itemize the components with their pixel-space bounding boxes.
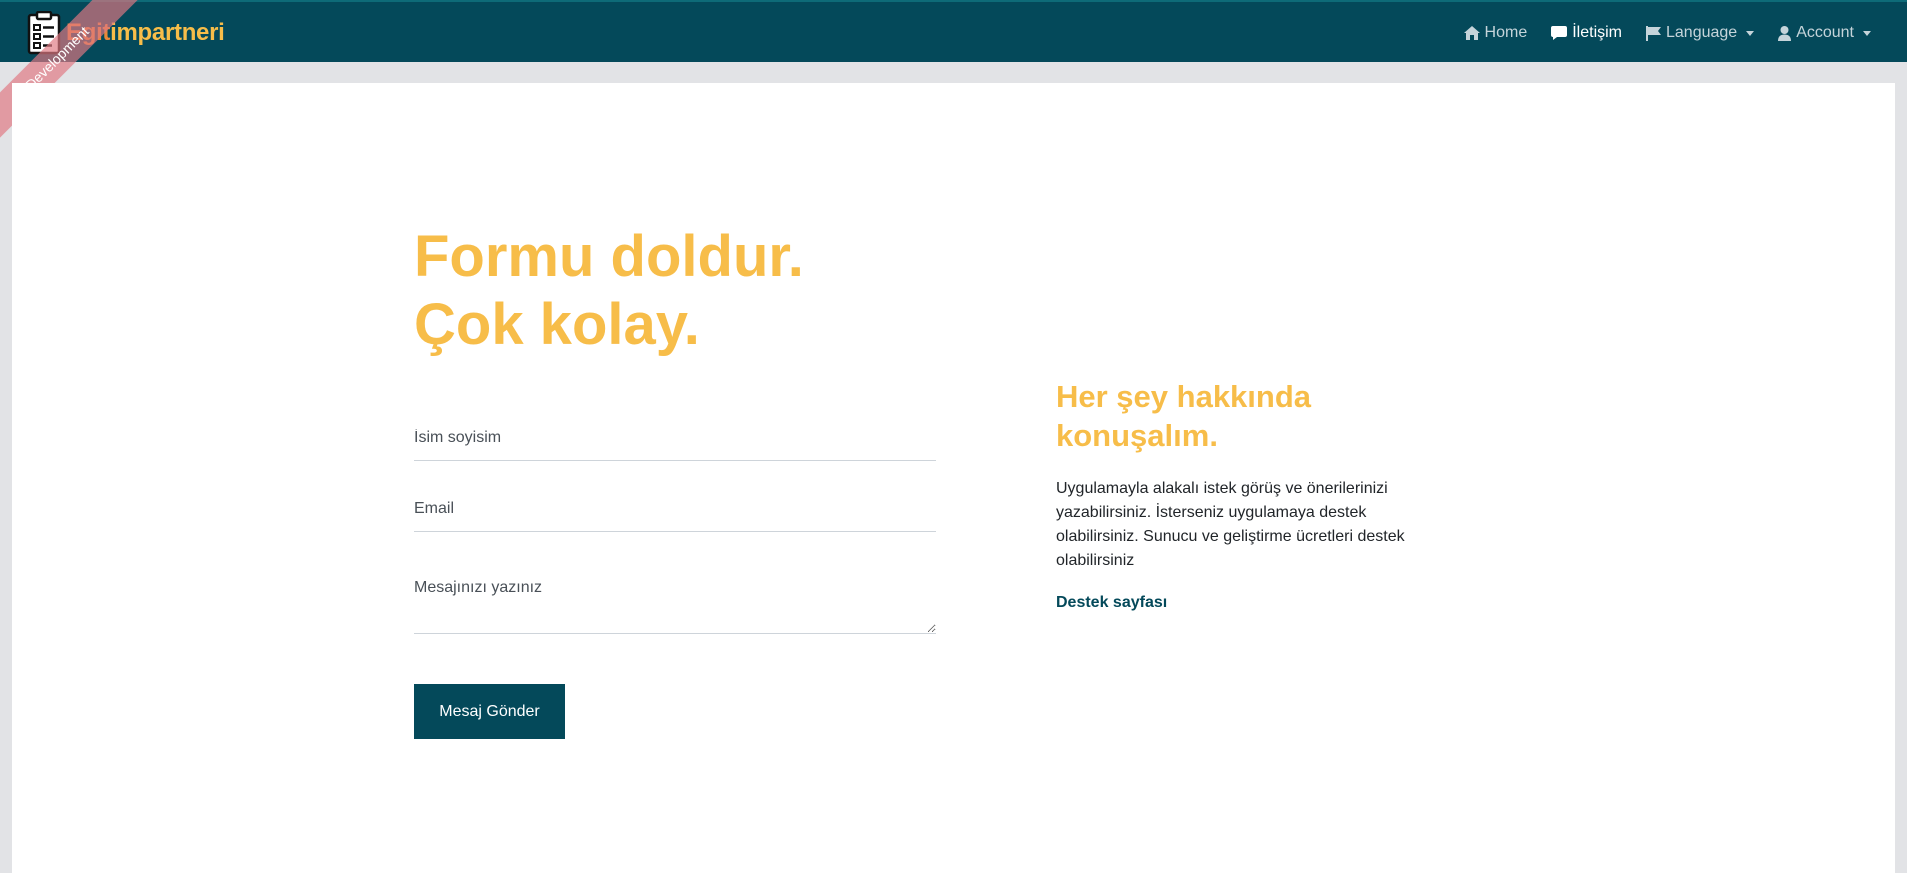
flag-icon — [1646, 25, 1661, 41]
top-navbar: Egitimpartneri Home İletişim Language Ac… — [0, 0, 1907, 62]
nav-links: Home İletişim Language Account — [1440, 2, 1871, 64]
clipboard-checklist-icon — [27, 11, 61, 55]
send-message-button[interactable]: Mesaj Gönder — [414, 684, 565, 739]
support-page-link[interactable]: Destek sayfası — [1056, 594, 1167, 612]
nav-contact-label: İletişim — [1572, 24, 1622, 41]
page-title-line2: Çok kolay. — [414, 292, 700, 357]
page-title: Formu doldur. Çok kolay. — [414, 223, 804, 359]
side-title-line2: konuşalım. — [1056, 418, 1218, 453]
nav-contact[interactable]: İletişim — [1551, 24, 1622, 42]
home-icon — [1463, 26, 1480, 40]
email-input[interactable] — [414, 486, 936, 532]
nav-language-label: Language — [1666, 24, 1738, 41]
side-title: Her şey hakkında konuşalım. — [1056, 377, 1311, 455]
chevron-down-icon — [1746, 30, 1755, 36]
page-title-line1: Formu doldur. — [414, 224, 804, 289]
main-content: Formu doldur.Çok kolay. Mesaj Gönder Her… — [12, 83, 1895, 873]
nav-account-dropdown[interactable]: Account — [1778, 24, 1871, 42]
chevron-down-icon — [1863, 30, 1871, 36]
brand-name-prefix: Egit — [66, 19, 111, 46]
message-textarea[interactable] — [414, 579, 936, 634]
name-input[interactable] — [414, 415, 936, 461]
nav-home[interactable]: Home — [1463, 24, 1528, 42]
brand-name: Egitimpartneri — [66, 19, 225, 47]
chat-bubble-icon — [1551, 26, 1568, 40]
nav-language-dropdown[interactable]: Language — [1646, 24, 1755, 42]
side-title-line1: Her şey hakkında — [1056, 379, 1312, 414]
nav-home-label: Home — [1484, 24, 1528, 41]
user-icon — [1778, 25, 1792, 41]
nav-account-label: Account — [1796, 24, 1854, 41]
brand[interactable]: Egitimpartneri — [26, 10, 225, 56]
brand-name-main: impartneri — [110, 19, 225, 46]
side-description: Uygulamayla alakalı istek görüş ve öneri… — [1056, 480, 1405, 569]
